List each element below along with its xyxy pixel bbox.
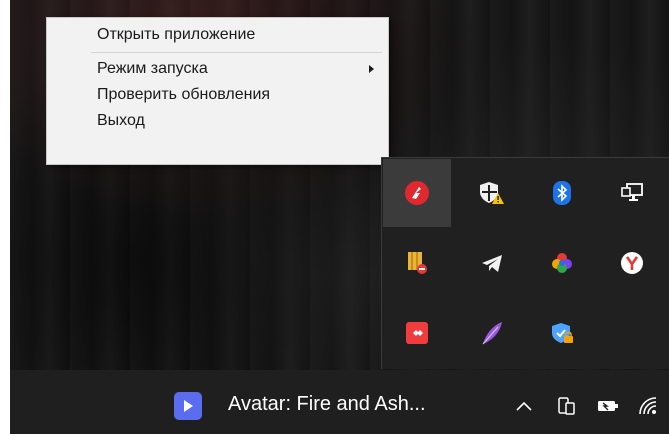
tray-context-menu: Открыть приложение Режим запуска Провери…	[46, 17, 389, 165]
red-app-icon[interactable]	[383, 159, 451, 227]
battery-icon[interactable]	[595, 392, 621, 420]
shield-lock-icon[interactable]	[528, 299, 596, 367]
network-monitor-icon[interactable]	[598, 159, 666, 227]
menu-item-open-app[interactable]: Открыть приложение	[47, 22, 388, 48]
telegram-icon[interactable]	[458, 229, 526, 297]
windows-security-warning-icon[interactable]	[458, 159, 526, 227]
phone-link-icon[interactable]	[553, 392, 579, 420]
media-play-icon[interactable]	[174, 392, 202, 420]
menu-item-check-updates[interactable]: Проверить обновления	[47, 82, 388, 108]
menu-separator	[91, 52, 382, 53]
wifi-icon[interactable]	[636, 392, 662, 420]
color-wheel-icon[interactable]	[528, 229, 596, 297]
menu-item-launch-mode-label: Режим запуска	[97, 60, 208, 77]
yandex-browser-icon[interactable]	[598, 229, 666, 297]
chevron-up-icon[interactable]	[511, 392, 537, 420]
menu-item-exit[interactable]: Выход	[47, 108, 388, 134]
tray-overflow-flyout	[381, 157, 669, 369]
yellow-shield-blocked-icon[interactable]	[383, 229, 451, 297]
submenu-arrow-icon	[369, 65, 374, 73]
menu-item-launch-mode[interactable]: Режим запуска	[47, 56, 388, 82]
media-title[interactable]: Avatar: Fire and Ash...	[228, 393, 426, 416]
bluetooth-icon[interactable]	[528, 159, 596, 227]
feather-icon[interactable]	[458, 299, 526, 367]
anydesk-icon[interactable]	[383, 299, 451, 367]
